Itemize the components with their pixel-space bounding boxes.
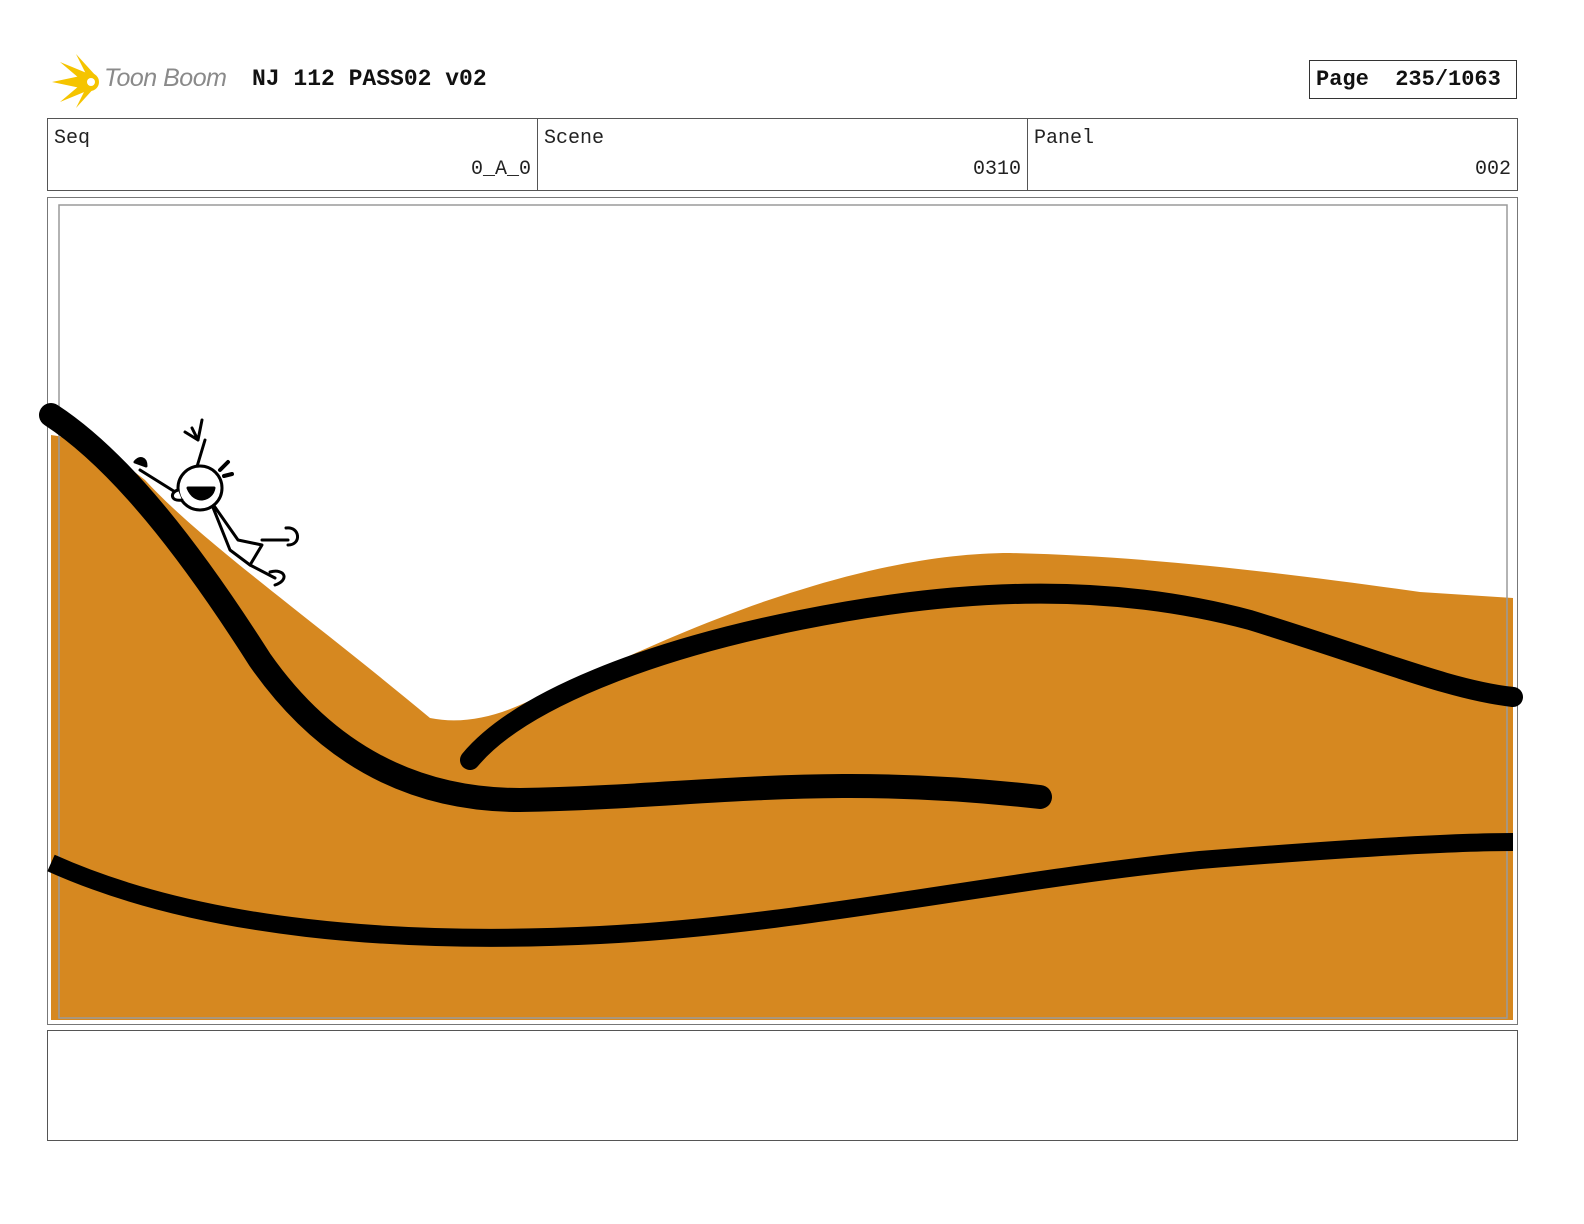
notes-box: [47, 1030, 1518, 1141]
